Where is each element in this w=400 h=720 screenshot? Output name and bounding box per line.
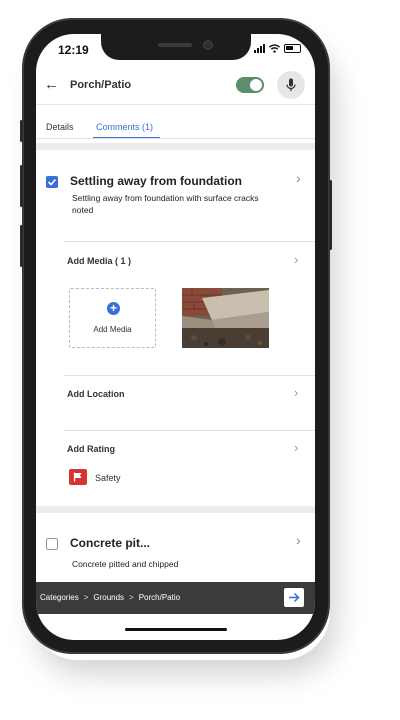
microphone-icon (286, 78, 296, 91)
comment-title[interactable]: Concrete pit... (70, 536, 150, 550)
header-divider (36, 104, 315, 105)
toggle-switch[interactable] (236, 77, 264, 93)
flag-icon (73, 472, 82, 482)
signal-icon (254, 44, 265, 53)
phone-volume-up-button (20, 165, 23, 207)
plus-icon: + (107, 302, 120, 315)
phone-notch (101, 34, 251, 60)
add-rating-row-label[interactable]: Add Rating (67, 444, 115, 454)
comment-text: Settling away from foundation with surfa… (72, 193, 259, 215)
divider (64, 375, 315, 376)
add-media-button[interactable]: + Add Media (69, 288, 156, 348)
divider (64, 430, 315, 431)
phone-camera (203, 40, 213, 50)
breadcrumb-item-porch-patio[interactable]: Porch/Patio (139, 593, 180, 602)
phone-screen: 12:19 ← Porch/Patio Details Comments (1)… (36, 34, 315, 640)
phone-volume-down-button (20, 225, 23, 267)
breadcrumb-item-grounds[interactable]: Grounds (93, 593, 124, 602)
chevron-right-icon[interactable]: › (294, 252, 298, 267)
tab-comments[interactable]: Comments (1) (96, 122, 153, 132)
home-indicator (125, 628, 227, 631)
breadcrumb-item-categories[interactable]: Categories (40, 593, 79, 602)
tab-details[interactable]: Details (46, 122, 74, 132)
add-media-row-label[interactable]: Add Media ( 1 ) (67, 256, 131, 266)
phone-side-button (20, 120, 23, 142)
comment-title[interactable]: Settling away from foundation (70, 174, 242, 188)
chevron-right-icon[interactable]: › (294, 440, 298, 455)
tabs-divider (36, 138, 315, 139)
next-button[interactable] (284, 588, 304, 607)
status-time: 12:19 (58, 43, 89, 57)
breadcrumb: Categories > Grounds > Porch/Patio (40, 593, 180, 602)
phone-power-button (329, 180, 332, 250)
rating-badge (69, 469, 87, 485)
chevron-right-icon[interactable]: › (296, 170, 301, 186)
phone-speaker (158, 43, 192, 47)
chevron-right-icon[interactable]: › (296, 532, 301, 548)
page-title: Porch/Patio (70, 79, 132, 91)
breadcrumb-bar: Categories > Grounds > Porch/Patio (36, 582, 315, 614)
breadcrumb-separator: > (129, 593, 134, 602)
wifi-icon (269, 44, 280, 53)
rating-label: Safety (95, 473, 121, 483)
comment-checkbox[interactable] (46, 176, 58, 188)
section-spacer (36, 143, 315, 150)
comment-checkbox[interactable] (46, 538, 58, 550)
arrow-left-icon[interactable]: ← (44, 76, 59, 93)
divider (64, 241, 315, 242)
media-thumbnail[interactable] (182, 288, 269, 348)
add-location-row-label[interactable]: Add Location (67, 389, 125, 399)
add-media-button-label: Add Media (93, 325, 132, 334)
chevron-right-icon[interactable]: › (294, 385, 298, 400)
status-icons (254, 44, 301, 53)
tab-bar: Details Comments (1) (36, 118, 315, 139)
arrow-right-icon (289, 592, 300, 603)
breadcrumb-separator: > (83, 593, 89, 602)
toggle-knob (250, 79, 262, 91)
app-header: ← Porch/Patio (36, 68, 315, 104)
battery-icon (284, 44, 301, 53)
microphone-button[interactable] (277, 71, 305, 99)
comment-text: Concrete pitted and chipped (72, 559, 179, 569)
checkmark-icon (47, 178, 57, 186)
section-spacer (36, 506, 315, 513)
